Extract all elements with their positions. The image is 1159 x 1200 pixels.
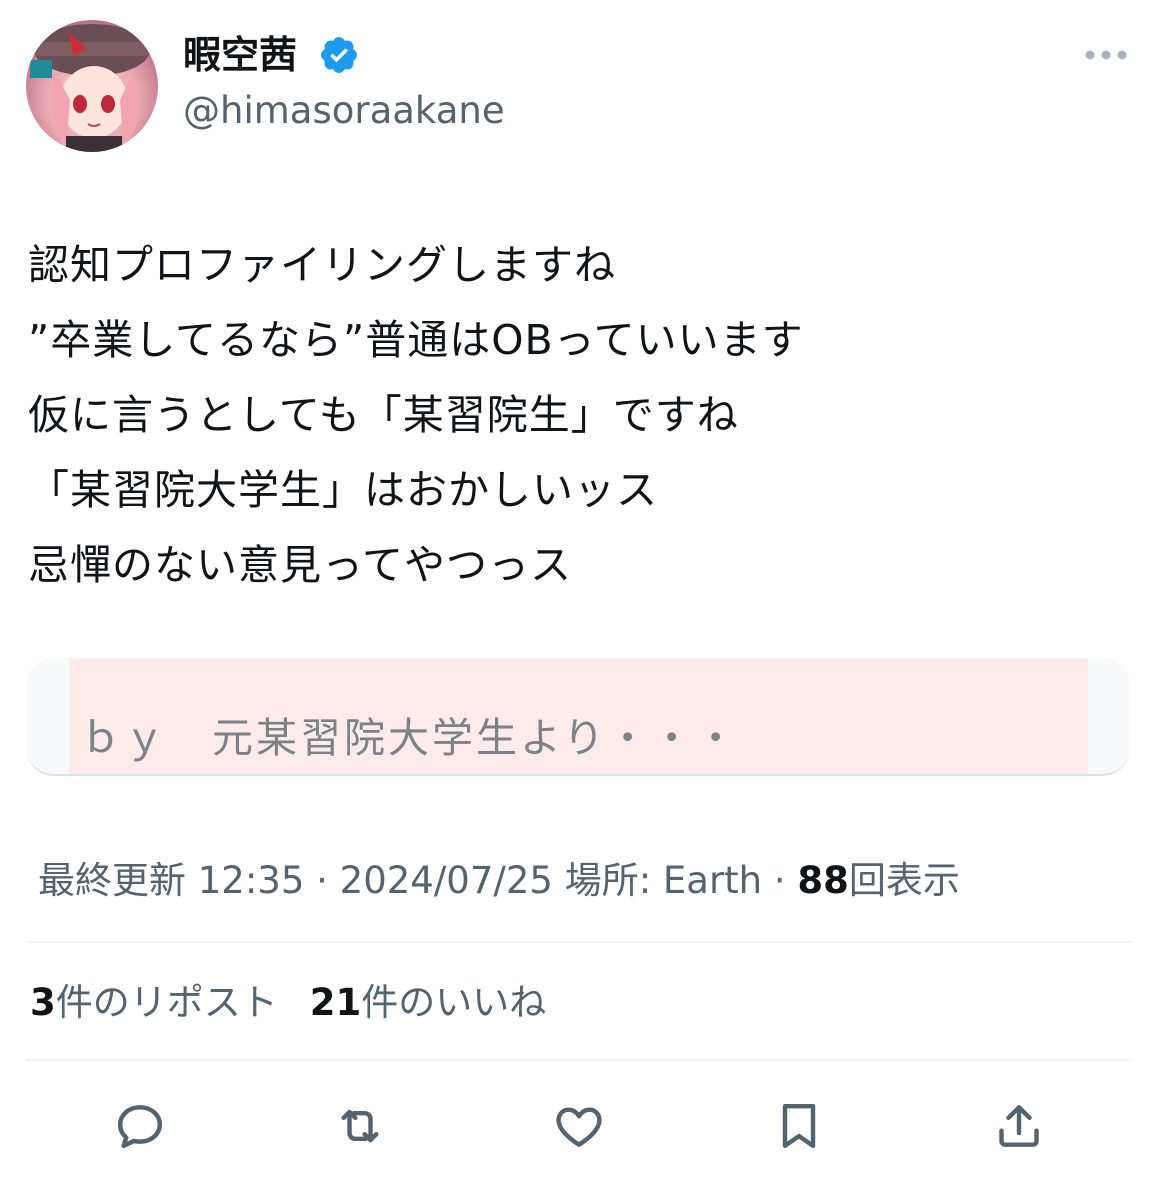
more-options-icon[interactable] — [1082, 42, 1130, 68]
reply-button[interactable] — [110, 1096, 170, 1156]
likes-count: 21 — [309, 981, 362, 1024]
tweet-line: 認知プロファイリングしますね — [28, 241, 616, 289]
avatar[interactable] — [26, 20, 158, 152]
share-button[interactable] — [989, 1096, 1049, 1156]
avatar-illustration — [30, 24, 150, 152]
reposts-label: 件のリポスト — [55, 981, 278, 1024]
tweet-line: 仮に言うとしても「某習院生」ですね — [28, 391, 739, 439]
views-count: 88 — [797, 859, 849, 902]
divider — [26, 1059, 1132, 1061]
likes-stat[interactable]: 21件のいいね — [310, 981, 547, 1024]
repost-icon — [341, 1109, 379, 1143]
views-label: 回表示 — [848, 859, 960, 902]
repost-button[interactable] — [330, 1096, 390, 1156]
tweet-text: 認知プロファイリングしますね ”卒業してるなら”普通はOBっていいます 仮に言う… — [28, 228, 1128, 603]
engagement-stats: 3件のリポスト 21件のいいね — [30, 978, 546, 1028]
reposts-stat[interactable]: 3件のリポスト — [30, 981, 278, 1024]
tweet-line: 忌憚のない意見ってやつっス — [28, 541, 572, 589]
reposts-count: 3 — [30, 981, 56, 1024]
display-name[interactable]: 暇空茜 — [183, 30, 297, 80]
tweet-line: ”卒業してるなら”普通はOBっていいます — [28, 316, 804, 364]
like-button[interactable] — [549, 1096, 609, 1156]
bookmark-button[interactable] — [769, 1096, 829, 1156]
likes-label: 件のいいね — [361, 981, 547, 1024]
reply-icon — [117, 1105, 163, 1149]
verified-badge-icon — [321, 37, 357, 73]
divider — [26, 941, 1132, 943]
share-icon — [999, 1105, 1039, 1147]
tweet-meta: 最終更新 12:35 · 2024/07/25 場所: Earth · 88回表… — [38, 856, 960, 906]
tweet-line: 「某習院大学生」はおかしいッス — [28, 466, 658, 514]
quote-card[interactable]: ｂｙ 元某習院大学生より・・・ — [26, 658, 1130, 776]
timestamp-location[interactable]: 最終更新 12:35 · 2024/07/25 場所: Earth · — [38, 859, 797, 902]
quote-text: ｂｙ 元某習院大学生より・・・ — [80, 714, 740, 762]
like-icon — [556, 1107, 602, 1147]
bookmark-icon — [782, 1103, 816, 1149]
author-handle[interactable]: @himasoraakane — [183, 86, 505, 136]
